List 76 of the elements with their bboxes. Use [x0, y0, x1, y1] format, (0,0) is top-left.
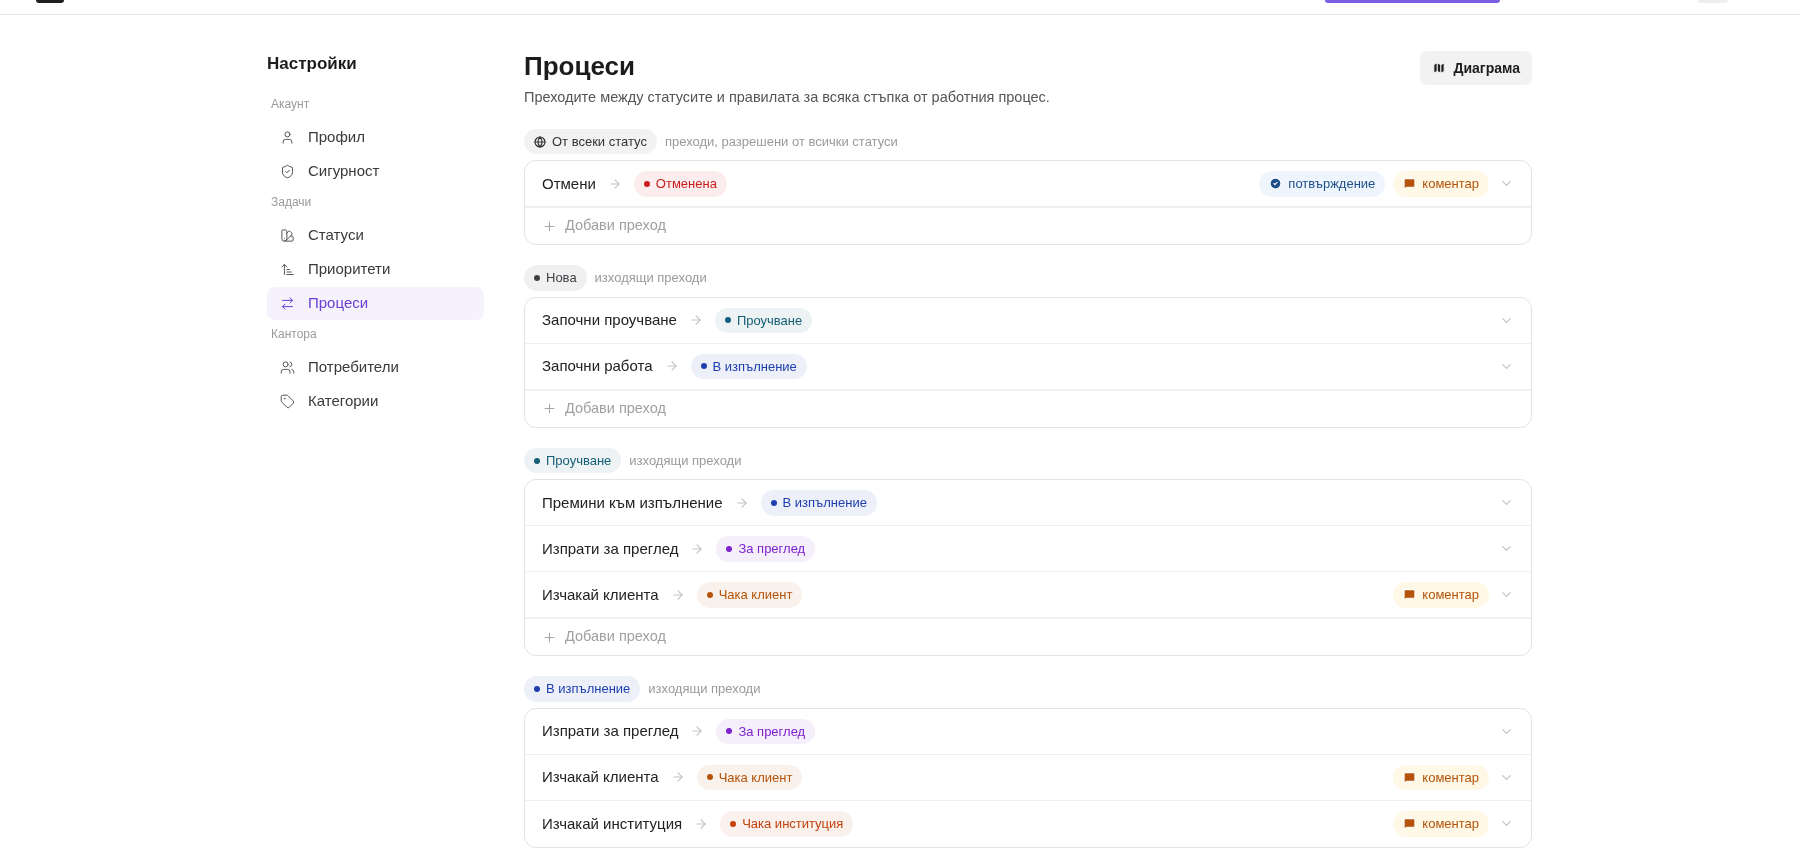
status-badge: Чака институция [720, 811, 854, 837]
transition-name: Премини към изпълнение [542, 492, 723, 513]
arrow-icon [694, 816, 709, 831]
sidebar-item[interactable]: Приоритети [267, 252, 484, 286]
transition-row[interactable]: Изчакай институция Чака институция коментар [525, 800, 1531, 847]
transition-name: Изпрати за преглед [542, 538, 679, 559]
status-badge: В изпълнение [690, 353, 807, 379]
sidebar-heading: Задачи [270, 193, 313, 211]
sidebar-item[interactable]: Категории [267, 384, 484, 418]
user-icon [280, 129, 295, 145]
rule-tag: коментар [1393, 811, 1489, 837]
speech-bubble-icon [1403, 177, 1417, 191]
sidebar-heading: Кантора [270, 325, 318, 343]
arrows-icon [280, 295, 295, 311]
transition-name: Изчакай клиента [542, 767, 659, 787]
transition-name: Изпрати за преглед [542, 721, 679, 741]
users-icon [280, 359, 295, 375]
status-badge: За преглед [716, 536, 816, 562]
group-note: изходящи преходи [594, 269, 707, 288]
rule-tag: коментар [1393, 171, 1489, 197]
check-circle-icon [1269, 177, 1283, 191]
speech-bubble-icon [1403, 588, 1417, 602]
sidebar-heading: Акаунт [270, 95, 311, 113]
transition-row[interactable]: Изпрати за преглед За преглед [525, 708, 1531, 755]
status-badge: Проучване [714, 307, 813, 333]
transition-row[interactable]: Изпрати за преглед За преглед [525, 526, 1531, 573]
status-badge: Чака клиент [696, 764, 803, 790]
rule-tag: коментар [1393, 582, 1489, 608]
swatch-icon [280, 227, 295, 243]
transition-name: Започни работа [542, 356, 653, 376]
plus-icon [542, 629, 557, 645]
transition-name: Изчакай клиента [542, 584, 659, 605]
diagram-button[interactable]: Диаграма [1419, 51, 1532, 85]
sidebar-item[interactable]: Статуси [267, 218, 484, 252]
arrow-icon [690, 541, 705, 556]
transition-name: Изчакай институция [542, 813, 683, 834]
rule-tag: коментар [1393, 764, 1489, 790]
sidebar-item[interactable]: Потребители [267, 350, 484, 384]
tag-icon [280, 393, 295, 409]
plus-icon [542, 218, 557, 234]
arrow-icon [607, 176, 622, 191]
sort-icon [280, 261, 295, 277]
group-note: изходящи преходи [648, 680, 761, 699]
page-subtitle: Преходите между статусите и правилата за всяка стъпка от работния процес. [524, 88, 1050, 107]
plus-icon [542, 401, 557, 417]
source-badge: От всеки статус [524, 128, 657, 155]
source-badge: В изпълнение [524, 676, 641, 702]
globe-icon [534, 135, 546, 148]
arrow-icon [670, 587, 685, 602]
speech-bubble-icon [1403, 817, 1417, 831]
status-badge: За преглед [716, 718, 816, 744]
transition-row[interactable]: Отмени Отменена потвърждение коментар [525, 161, 1531, 208]
rule-tag: потвърждение [1259, 171, 1386, 197]
sidebar-title: Настройки [267, 53, 358, 75]
source-badge: Проучване [524, 447, 622, 474]
transition-row[interactable]: Изчакай клиента Чака клиент коментар [525, 754, 1531, 801]
transition-name: Започни проучване [542, 310, 677, 330]
transition-name: Отмени [542, 173, 596, 194]
transition-row[interactable]: Премини към изпълнение В изпълнение [525, 480, 1531, 527]
map-icon [1431, 61, 1446, 75]
arrow-icon [734, 495, 749, 510]
speech-bubble-icon [1403, 770, 1417, 784]
status-badge: Отменена [633, 171, 727, 197]
transition-row[interactable]: Започни работа В изпълнение [525, 343, 1531, 390]
sidebar-item[interactable]: Профил [267, 120, 484, 154]
transition-row[interactable]: Започни проучване Проучване [525, 297, 1531, 344]
status-badge: В изпълнение [760, 490, 877, 516]
sidebar-item[interactable]: Сигурност [267, 154, 484, 188]
group-note: преходи, разрешени от всички статуси [664, 132, 898, 151]
group-note: изходящи преходи [629, 451, 742, 470]
sidebar-item[interactable]: Процеси [267, 286, 484, 320]
source-badge: Нова [524, 265, 587, 291]
status-badge: Чака клиент [696, 582, 803, 608]
page-title: Процеси [524, 51, 636, 81]
transition-row[interactable]: Изчакай клиента Чака клиент коментар [525, 572, 1531, 619]
shield-icon [280, 163, 295, 179]
